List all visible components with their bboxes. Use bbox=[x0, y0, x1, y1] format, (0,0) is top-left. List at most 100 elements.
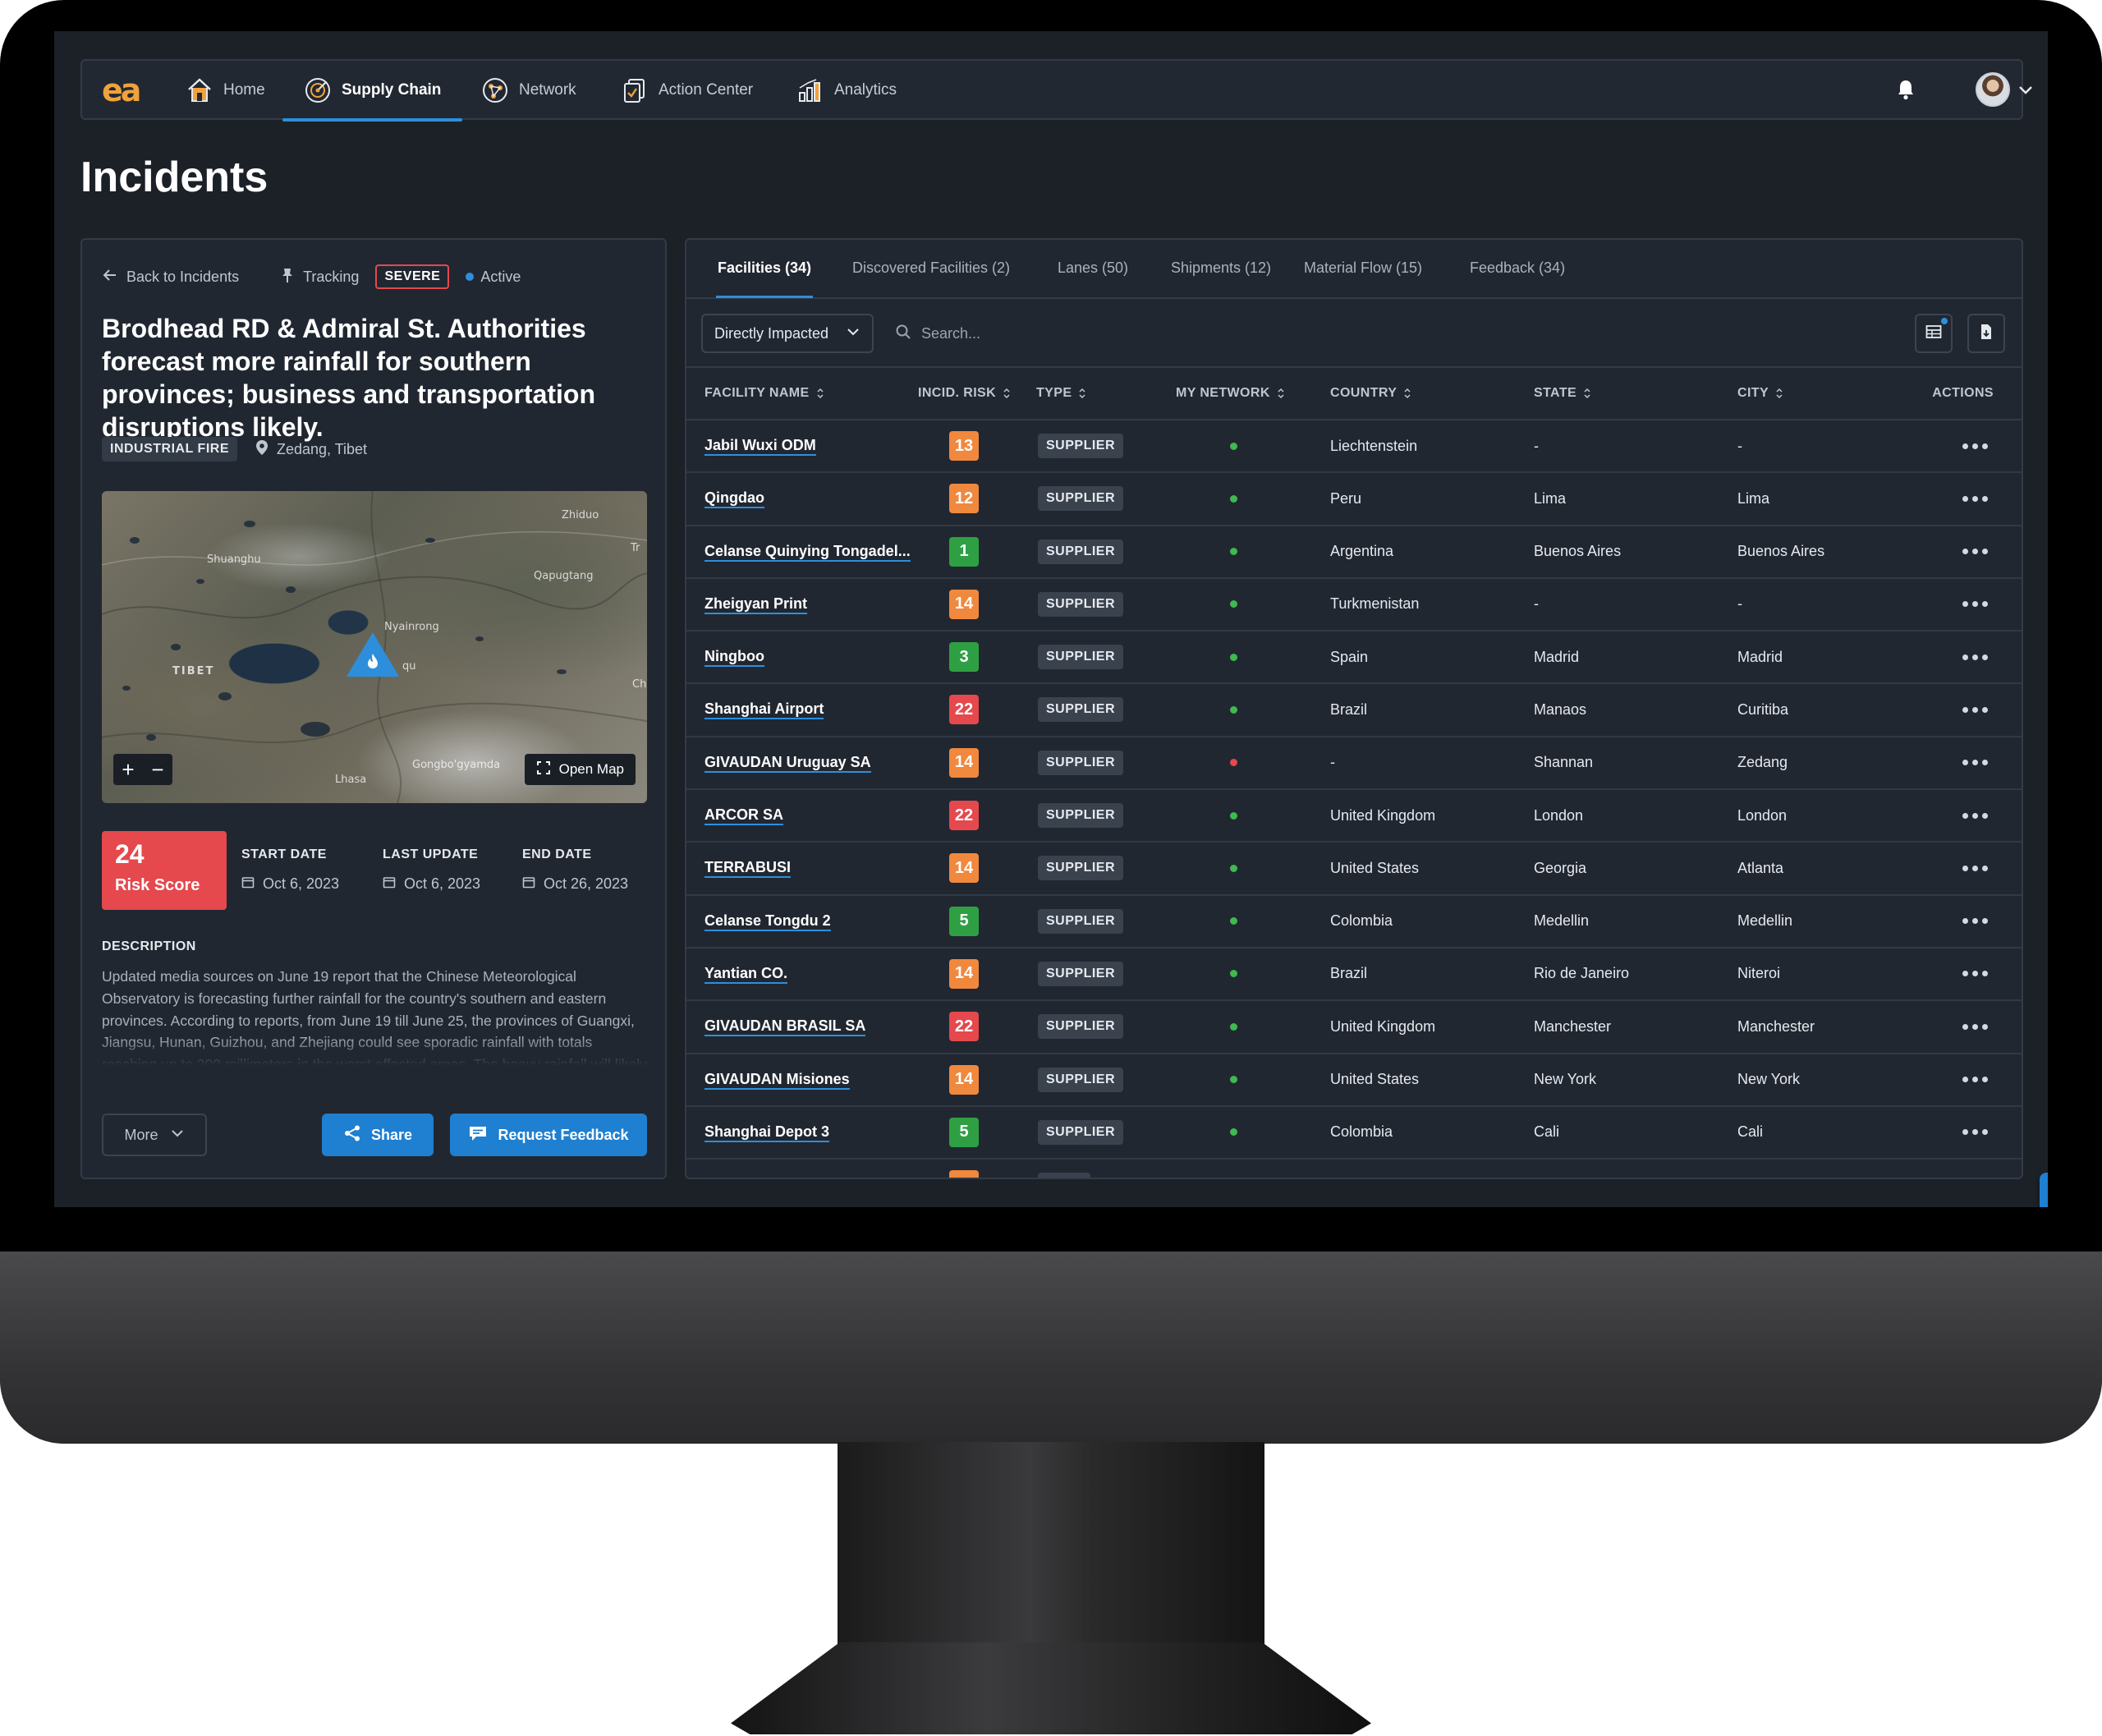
user-avatar[interactable] bbox=[1976, 72, 2010, 107]
open-map-button[interactable]: Open Map bbox=[524, 754, 636, 785]
table-row[interactable]: Ningboo 3 SUPPLIER Spain Madrid Madrid bbox=[686, 631, 2022, 685]
row-actions-button[interactable] bbox=[1962, 473, 1988, 524]
column-header-my-network[interactable]: MY NETWORK bbox=[1176, 386, 1285, 401]
column-header-city[interactable]: CITY bbox=[1737, 386, 1783, 401]
tab-discovered-facilities[interactable]: Discovered Facilities (2) bbox=[852, 259, 1010, 277]
row-actions-button[interactable] bbox=[1962, 896, 1988, 947]
column-header-incid-risk[interactable]: INCID. RISK bbox=[918, 386, 1011, 401]
facility-name-link[interactable]: ARCOR SA bbox=[704, 806, 784, 826]
risk-cell: 5 bbox=[949, 1107, 979, 1158]
search-input[interactable]: Search... bbox=[921, 325, 980, 342]
table-row[interactable]: Qingdao 12 SUPPLIER Peru Lima Lima bbox=[686, 473, 2022, 526]
back-to-incidents-link[interactable]: Back to Incidents bbox=[102, 267, 239, 287]
tab-facilities[interactable]: Facilities (34) bbox=[715, 259, 814, 298]
brand-logo[interactable]: ea bbox=[102, 72, 141, 108]
table-row[interactable]: Celanse Tongdu 2 5 SUPPLIER Colombia Medelli… bbox=[686, 896, 2022, 948]
bell-icon[interactable] bbox=[1893, 77, 1918, 106]
facility-name-link[interactable]: Celanse Tongdu 2 bbox=[704, 912, 831, 931]
table-row[interactable]: TERRABUSI 14 SUPPLIER United States Georgia A… bbox=[686, 843, 2022, 896]
city-cell: Madrid bbox=[1737, 648, 1783, 665]
risk-badge: 12 bbox=[949, 484, 979, 514]
table-row[interactable]: GIVAUDAN BRASIL SA 22 SUPPLIER United Kingd… bbox=[686, 1001, 2022, 1054]
row-actions-button[interactable] bbox=[1962, 631, 1988, 682]
facility-name-link[interactable]: GIVAUDAN Uruguay SA bbox=[704, 753, 871, 773]
table-row[interactable]: Celanse Quinying Tongadel... 1 SUPPLIER Arg… bbox=[686, 526, 2022, 579]
table-row[interactable]: Shanghai Depot 3 5 SUPPLIER Colombia Cali Cal… bbox=[686, 1107, 2022, 1160]
type-cell: SUPPLIER bbox=[1038, 684, 1124, 735]
share-button[interactable]: Share bbox=[322, 1114, 434, 1156]
facility-name-link[interactable]: Zheigyan Print bbox=[704, 595, 808, 614]
more-dropdown[interactable]: More bbox=[102, 1114, 207, 1156]
notification-dot bbox=[1941, 318, 1948, 324]
tracking-toggle[interactable]: Tracking bbox=[280, 267, 359, 287]
facility-name-link[interactable]: TERRABUSI bbox=[704, 858, 792, 879]
nav-home[interactable]: Home bbox=[186, 61, 265, 120]
network-cell bbox=[1230, 790, 1237, 841]
fire-icon bbox=[365, 652, 381, 670]
risk-cell: 14 bbox=[949, 579, 979, 630]
zoom-out-button[interactable]: − bbox=[143, 754, 172, 785]
facility-name-link[interactable]: Jabil Wuxi ODM bbox=[704, 436, 816, 456]
network-cell bbox=[1230, 1160, 1237, 1178]
chevron-down-icon[interactable] bbox=[2017, 80, 2035, 103]
nav-analytics[interactable]: Analytics bbox=[796, 61, 897, 120]
table-row[interactable]: Jabil Wuxi ODM 13 SUPPLIER Liechtenstein - - bbox=[686, 420, 2022, 474]
nav-supply-chain[interactable]: Supply Chain bbox=[282, 61, 463, 122]
row-actions-button[interactable] bbox=[1962, 1001, 1988, 1052]
row-actions-button[interactable] bbox=[1962, 684, 1988, 735]
facility-name-link[interactable]: GIVAUDAN Misiones bbox=[704, 1070, 850, 1090]
state-cell: Medellin bbox=[1534, 912, 1590, 930]
facility-name-link[interactable]: Celanse Quinying Tongadel... bbox=[704, 542, 911, 562]
nav-network[interactable]: Network bbox=[481, 61, 576, 120]
table-row[interactable]: GIVAUDAN Misiones 14 SUPPLIER United States… bbox=[686, 1054, 2022, 1107]
facility-name-link[interactable]: Yantian CO. bbox=[704, 964, 788, 984]
type-badge: SUPPLIER bbox=[1038, 1067, 1124, 1092]
table-row[interactable]: Shanghai Airport 22 SUPPLIER Brazil Manaos Cu… bbox=[686, 684, 2022, 737]
start-date: START DATE Oct 6, 2023 bbox=[241, 847, 339, 893]
row-actions-button[interactable] bbox=[1962, 1054, 1988, 1105]
request-feedback-button[interactable]: Request Feedback bbox=[450, 1114, 647, 1156]
row-actions-button[interactable] bbox=[1962, 579, 1988, 630]
tab-material-flow[interactable]: Material Flow (15) bbox=[1304, 259, 1422, 277]
row-actions-button[interactable] bbox=[1962, 1107, 1988, 1158]
table-row[interactable]: Zheigyan Print 14 SUPPLIER Turkmenistan - - bbox=[686, 579, 2022, 632]
export-button[interactable] bbox=[1967, 314, 2005, 353]
facility-name-link[interactable]: Shanghai Airport bbox=[704, 700, 824, 720]
incident-map[interactable]: Zhiduo Shuanghu Qapugtang Tr Nyainrong T… bbox=[102, 491, 647, 803]
zoom-in-button[interactable]: + bbox=[113, 754, 143, 785]
more-label: More bbox=[124, 1126, 158, 1143]
state-cell: Buenos Aires bbox=[1534, 543, 1622, 560]
search-field[interactable]: Search... bbox=[895, 314, 980, 353]
city-cell: Niteroi bbox=[1737, 965, 1781, 982]
column-header-facility-name[interactable]: FACILITY NAME bbox=[704, 386, 824, 401]
country-cell: Colombia bbox=[1330, 1123, 1393, 1141]
row-actions-button[interactable] bbox=[1962, 843, 1988, 893]
table-row[interactable]: ARCOR SA 22 SUPPLIER United Kingdom London Lo… bbox=[686, 790, 2022, 843]
facility-name-link[interactable]: GIVAUDAN BRASIL SA bbox=[704, 1017, 866, 1037]
row-actions-button[interactable] bbox=[1962, 948, 1988, 999]
facility-name-link[interactable]: Qingdao bbox=[704, 489, 764, 509]
row-actions-button[interactable] bbox=[1962, 737, 1988, 788]
table-row[interactable]: GIVAUDAN Uruguay SA 14 SUPPLIER - Shannan Zed… bbox=[686, 737, 2022, 791]
impact-filter-select[interactable]: Directly Impacted bbox=[701, 314, 874, 353]
nav-action-center[interactable]: Action Center bbox=[621, 61, 753, 120]
tab-shipments[interactable]: Shipments (12) bbox=[1171, 259, 1271, 277]
row-actions-button[interactable] bbox=[1962, 420, 1988, 471]
city-cell: Atlanta bbox=[1737, 859, 1784, 876]
column-header-country[interactable]: COUNTRY bbox=[1330, 386, 1411, 401]
network-status-dot bbox=[1230, 1128, 1237, 1137]
country-cell: Spain bbox=[1330, 648, 1369, 665]
tab-lanes[interactable]: Lanes (50) bbox=[1058, 259, 1128, 277]
column-settings-button[interactable] bbox=[1915, 314, 1953, 353]
facility-name-link[interactable]: Ningboo bbox=[704, 647, 764, 668]
chat-button[interactable] bbox=[2040, 1173, 2048, 1207]
facility-name-link[interactable]: Shanghai Depot 3 bbox=[704, 1123, 830, 1142]
tab-feedback[interactable]: Feedback (34) bbox=[1470, 259, 1565, 277]
row-actions-button[interactable] bbox=[1962, 526, 1988, 577]
calendar-icon bbox=[241, 875, 255, 893]
row-actions-button[interactable] bbox=[1962, 790, 1988, 841]
column-header-type[interactable]: TYPE bbox=[1036, 386, 1086, 401]
table-row[interactable]: Yantian CO. 14 SUPPLIER Brazil Rio de Janeir… bbox=[686, 948, 2022, 1002]
column-header-state[interactable]: STATE bbox=[1534, 386, 1591, 401]
table-row[interactable] bbox=[686, 1160, 2022, 1178]
